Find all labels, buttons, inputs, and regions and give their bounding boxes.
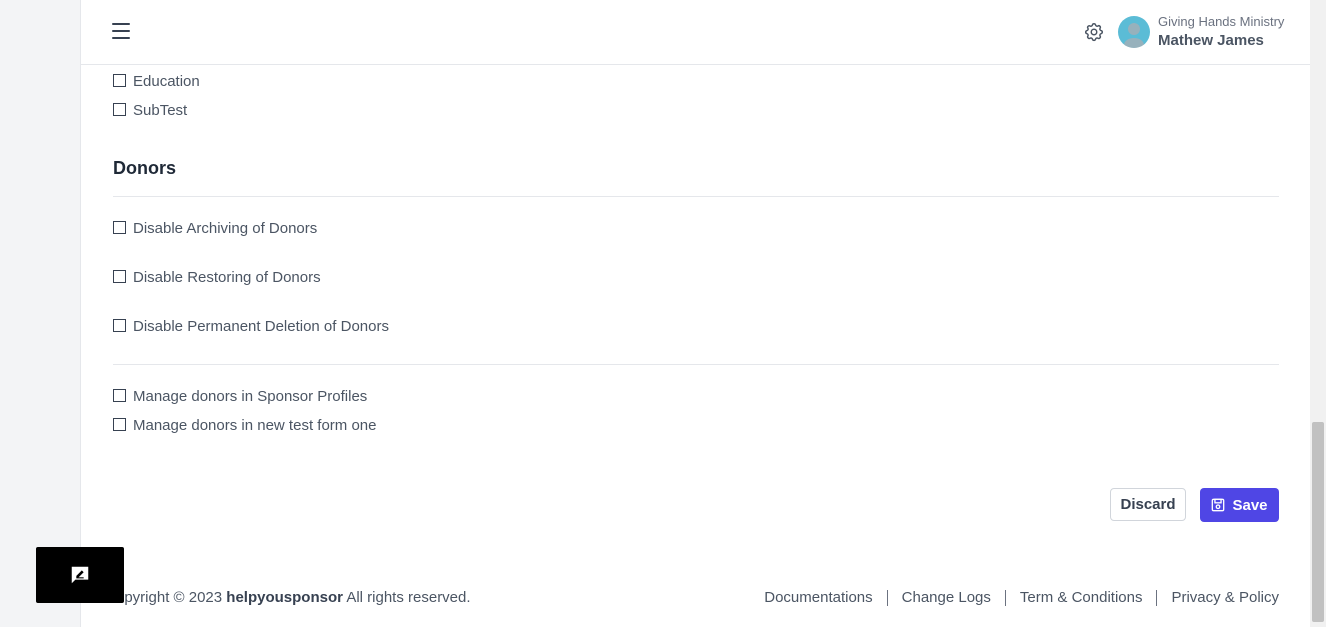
- avatar[interactable]: [1118, 16, 1150, 48]
- option-manage-test-form[interactable]: Manage donors in new test form one: [113, 417, 376, 434]
- footer-link-change-logs[interactable]: Change Logs: [902, 589, 991, 606]
- checkbox[interactable]: [113, 220, 126, 234]
- footer-link-documentations[interactable]: Documentations: [764, 589, 872, 606]
- feedback-button[interactable]: [36, 547, 124, 603]
- menu-toggle-icon[interactable]: [112, 23, 130, 39]
- divider: [1156, 589, 1158, 606]
- category-checkbox-subtest[interactable]: SubTest: [113, 102, 187, 119]
- divider: [886, 589, 888, 606]
- divider: [113, 196, 1279, 197]
- footer-brand: helpyousponsor: [226, 589, 343, 606]
- copyright-suffix: All rights reserved.: [342, 589, 471, 606]
- settings-gear-icon[interactable]: [1083, 21, 1105, 43]
- section-title-donors: Donors: [113, 158, 176, 178]
- save-button[interactable]: Save: [1200, 488, 1279, 522]
- top-bar: Giving Hands Ministry Mathew James: [81, 0, 1310, 65]
- user-name[interactable]: Mathew James: [1158, 32, 1264, 49]
- option-disable-archiving[interactable]: Disable Archiving of Donors: [113, 220, 317, 237]
- footer-link-terms[interactable]: Term & Conditions: [1020, 589, 1143, 606]
- checkbox[interactable]: [113, 269, 126, 283]
- divider: [1004, 589, 1006, 606]
- checkbox-label: Disable Permanent Deletion of Donors: [133, 318, 389, 335]
- footer-links: Documentations Change Logs Term & Condit…: [764, 589, 1279, 606]
- category-checkbox-education[interactable]: Education: [113, 73, 200, 90]
- main-content: Giving Hands Ministry Mathew James Educa…: [81, 0, 1310, 627]
- divider: [113, 364, 1279, 365]
- checkbox-label: Education: [133, 73, 200, 90]
- checkbox-label: Manage donors in new test form one: [133, 417, 377, 434]
- checkbox-label: Disable Archiving of Donors: [133, 220, 318, 237]
- checkbox[interactable]: [113, 318, 126, 332]
- save-button-label: Save: [1232, 496, 1268, 514]
- checkbox[interactable]: [113, 417, 126, 431]
- checkbox-label: SubTest: [133, 102, 188, 119]
- option-disable-restoring[interactable]: Disable Restoring of Donors: [113, 269, 321, 286]
- save-icon: [1212, 498, 1225, 512]
- option-manage-sponsor-profiles[interactable]: Manage donors in Sponsor Profiles: [113, 388, 367, 405]
- checkbox-label: Disable Restoring of Donors: [133, 269, 321, 286]
- organization-name: Giving Hands Ministry: [1158, 14, 1285, 29]
- footer-copyright: opyright © 2023 helpyousponsor All right…: [116, 589, 471, 606]
- checkbox-label: Manage donors in Sponsor Profiles: [133, 388, 368, 405]
- checkbox[interactable]: [113, 73, 126, 87]
- scrollbar-thumb[interactable]: [1312, 422, 1324, 622]
- feedback-icon: [71, 566, 89, 584]
- footer-link-privacy[interactable]: Privacy & Policy: [1171, 589, 1279, 606]
- checkbox[interactable]: [113, 102, 126, 116]
- option-disable-permanent-deletion[interactable]: Disable Permanent Deletion of Donors: [113, 318, 389, 335]
- discard-button[interactable]: Discard: [1110, 488, 1186, 521]
- sidebar-collapsed: [0, 0, 81, 627]
- copyright-text: opyright © 2023: [116, 589, 227, 606]
- checkbox[interactable]: [113, 388, 126, 402]
